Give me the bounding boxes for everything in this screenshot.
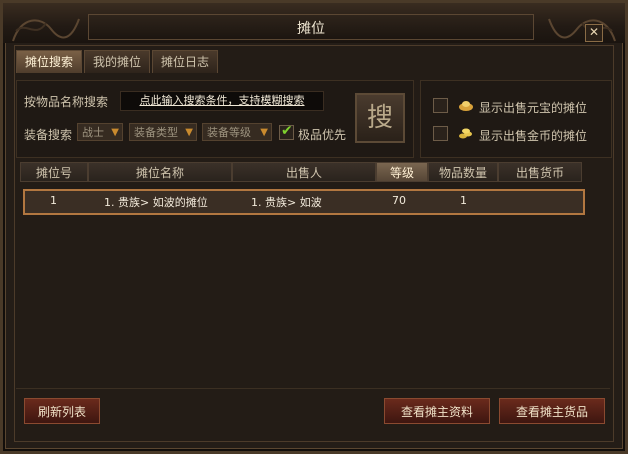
quality-first-label: 极品优先 [298,128,347,142]
refresh-list-button[interactable]: 刷新列表 [24,398,100,424]
column-header-seller[interactable]: 出售人 [232,162,376,182]
close-icon: ✕ [588,25,600,39]
equip-search-label: 装备搜索 [24,128,73,142]
window-title: 摊位 [297,21,325,37]
gold-filter-checkbox[interactable] [433,126,448,141]
search-button[interactable]: 搜 [355,93,405,143]
yuanbao-icon [459,101,473,111]
chevron-down-icon: ▼ [260,127,268,138]
cell-item-count: 1 [460,194,467,207]
type-dropdown[interactable]: 装备类型 ▼ [129,123,197,141]
class-dropdown-value: 战士 [82,126,104,139]
tab-stall-search[interactable]: 摊位搜索 [16,50,83,73]
cell-stall-name: 1. 贵族> 如波的摊位 [104,196,208,209]
view-owner-info-button[interactable]: 查看摊主资料 [384,398,490,424]
cell-stall-no: 1 [50,194,57,207]
level-dropdown[interactable]: 装备等级 ▼ [202,123,272,141]
column-header-item-count[interactable]: 物品数量 [428,162,498,182]
tab-stall-log[interactable]: 摊位日志 [152,50,219,73]
yuanbao-filter-checkbox[interactable] [433,98,448,113]
view-owner-goods-button[interactable]: 查看摊主货品 [499,398,605,424]
column-header-currency[interactable]: 出售货币 [498,162,582,182]
chevron-down-icon: ▼ [111,127,119,138]
cell-level: 70 [392,194,406,207]
search-input[interactable]: 点此输入搜索条件，支持模糊搜索 [120,91,324,111]
gold-filter-label: 显示出售金币的摊位 [479,129,588,143]
chevron-down-icon: ▼ [185,127,193,138]
type-dropdown-value: 装备类型 [134,126,178,139]
cell-seller: 1. 贵族> 如波 [251,196,322,209]
gold-coins-icon [459,128,472,139]
filter-area [420,80,612,158]
class-dropdown[interactable]: 战士 ▼ [77,123,123,141]
column-header-stall-name[interactable]: 摊位名称 [88,162,232,182]
tab-my-stall[interactable]: 我的摊位 [84,50,151,73]
close-button[interactable]: ✕ [585,24,603,42]
name-search-label: 按物品名称搜索 [24,95,109,109]
yuanbao-filter-label: 显示出售元宝的摊位 [479,101,588,115]
column-header-level[interactable]: 等级 [376,162,428,182]
bottom-divider [16,388,610,389]
quality-first-checkbox[interactable] [279,123,294,140]
level-dropdown-value: 装备等级 [207,126,251,139]
column-header-stall-no[interactable]: 摊位号 [20,162,88,182]
